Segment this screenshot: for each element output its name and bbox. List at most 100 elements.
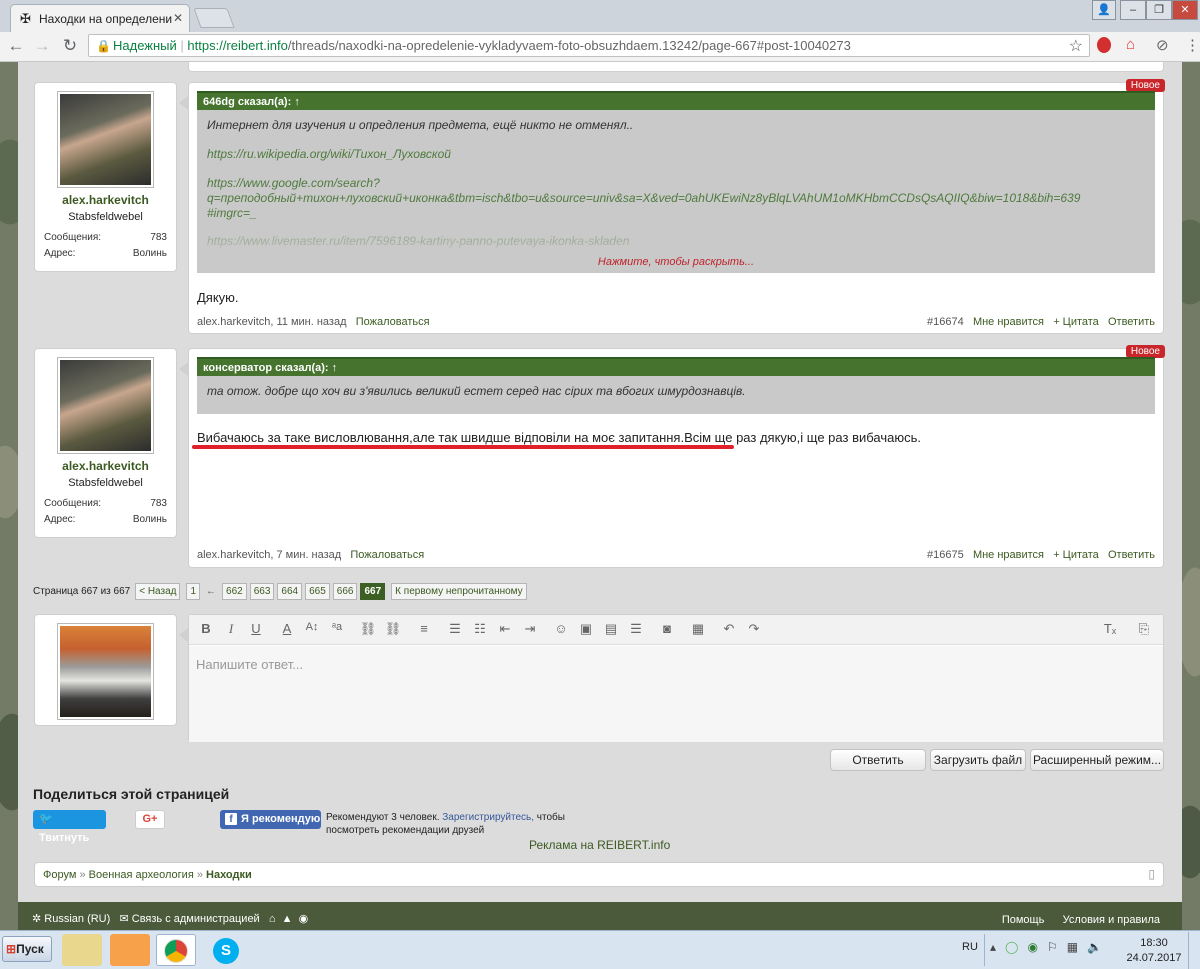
new-tab-button[interactable] — [193, 8, 235, 28]
top-arrow-icon[interactable]: ▲ — [282, 913, 293, 925]
advertising-link[interactable]: Реклама на REIBERT.info — [529, 838, 670, 852]
quote-link[interactable]: https://www.google.com/search? — [207, 176, 1145, 190]
quote-link[interactable]: q=преподобный+тихон+луховский+иконка&tbm… — [207, 191, 1145, 205]
post-number[interactable]: #16675 — [927, 549, 964, 561]
post-time[interactable]: , 7 мин. назад — [270, 549, 341, 561]
browser-tab[interactable]: ✠ Находки на определени ✕ — [10, 4, 190, 32]
volume-icon[interactable]: 🔈 — [1087, 940, 1102, 954]
breadcrumb-current[interactable]: Находки — [206, 869, 252, 881]
tray-app-icon[interactable]: ◯ — [1005, 940, 1018, 954]
minimize-button[interactable]: – — [1120, 0, 1146, 20]
page-link[interactable]: 665 — [305, 583, 330, 600]
extension-icon[interactable]: ⊘ — [1156, 36, 1169, 54]
font-size-icon[interactable]: A↕ — [301, 621, 323, 637]
bullet-list-icon[interactable]: ☰ — [444, 621, 466, 637]
post-author-link[interactable]: alex.harkevitch — [197, 316, 270, 328]
file-explorer-icon[interactable] — [62, 934, 102, 966]
post-time[interactable]: , 11 мин. назад — [270, 316, 346, 328]
quote-link[interactable]: + Цитата — [1053, 316, 1099, 328]
image-icon[interactable]: ▣ — [575, 621, 597, 637]
keyboard-language[interactable]: RU — [962, 941, 978, 953]
smiley-icon[interactable]: ☺ — [550, 621, 572, 637]
reply-link[interactable]: Ответить — [1108, 549, 1155, 561]
reply-textarea[interactable] — [189, 646, 1163, 742]
close-window-button[interactable]: ✕ — [1172, 0, 1198, 20]
report-link[interactable]: Пожаловаться — [356, 316, 430, 328]
expand-quote-link[interactable]: Нажмите, чтобы раскрыть... — [197, 256, 1155, 268]
home-icon[interactable]: ⌂ — [269, 913, 276, 925]
tray-clock[interactable]: 18:30 24.07.2017 — [1126, 936, 1182, 966]
avatar[interactable] — [57, 91, 154, 188]
quote-header[interactable]: 646dg сказал(а): ↑ — [197, 91, 1155, 111]
remove-format-icon[interactable]: Tₓ — [1099, 621, 1121, 636]
report-link[interactable]: Пожаловаться — [350, 549, 424, 561]
rss-icon[interactable]: ◉ — [299, 913, 309, 925]
page-link[interactable]: 666 — [332, 583, 358, 600]
reload-icon[interactable]: ↻ — [60, 36, 80, 56]
tweet-button[interactable]: 🐦 Твитнуть — [33, 810, 106, 844]
reply-button[interactable]: Ответить — [830, 749, 926, 771]
like-link[interactable]: Мне нравится — [973, 549, 1044, 561]
page-link[interactable]: 664 — [277, 583, 303, 600]
menu-icon[interactable]: ⋮ — [1185, 36, 1200, 54]
start-button[interactable]: ⊞Пуск — [2, 936, 52, 962]
page-link[interactable]: 1 — [186, 583, 201, 600]
post-number[interactable]: #16674 — [927, 316, 964, 328]
quote-link[interactable]: #imgrc=_ — [207, 206, 1145, 220]
back-icon[interactable]: ← — [6, 36, 26, 56]
outdent-icon[interactable]: ⇤ — [494, 621, 516, 637]
username-link[interactable]: alex.harkevitch — [35, 193, 176, 207]
fb-register-link[interactable]: Зарегистрируйтесь, — [442, 812, 534, 823]
language-chooser[interactable]: Russian (RU) — [44, 913, 110, 925]
breadcrumb-item[interactable]: Военная археология — [89, 869, 194, 881]
media-icon[interactable]: ▤ — [600, 621, 622, 637]
forward-icon[interactable]: → — [32, 36, 52, 56]
restore-button[interactable]: ❐ — [1146, 0, 1172, 20]
tray-expand-icon[interactable]: ▴ — [990, 940, 996, 954]
text-color-icon[interactable]: A — [276, 621, 298, 637]
skype-icon[interactable]: S — [206, 934, 246, 966]
prev-page-button[interactable]: < Назад — [135, 583, 181, 600]
tray-app-icon[interactable]: ◉ — [1027, 940, 1037, 954]
home-extension-icon[interactable]: ⌂ — [1126, 36, 1135, 53]
url-bar[interactable]: 🔒 Надежный | https://reibert.info/thread… — [88, 34, 1090, 57]
media-player-icon[interactable] — [110, 934, 150, 966]
bookmark-star-icon[interactable]: ☆ — [1069, 36, 1083, 56]
italic-icon[interactable]: I — [220, 621, 242, 637]
underline-icon[interactable]: U — [245, 621, 267, 637]
close-tab-icon[interactable]: ✕ — [173, 11, 183, 25]
reply-link[interactable]: Ответить — [1108, 316, 1155, 328]
chrome-icon[interactable] — [156, 934, 196, 966]
post-author-link[interactable]: alex.harkevitch — [197, 549, 270, 561]
align-icon[interactable]: ≡ — [413, 621, 435, 637]
quote-link[interactable]: + Цитата — [1053, 549, 1099, 561]
avatar[interactable] — [57, 357, 154, 454]
numbered-list-icon[interactable]: ☷ — [469, 621, 491, 637]
page-link[interactable]: 662 — [222, 583, 247, 600]
toggle-bbcode-icon[interactable]: ⎘ — [1133, 621, 1155, 637]
network-icon[interactable]: ▦ — [1067, 940, 1078, 954]
insert-icon[interactable]: ☰ — [625, 621, 647, 637]
opera-extension-icon[interactable] — [1097, 37, 1111, 53]
username-link[interactable]: alex.harkevitch — [35, 459, 176, 473]
help-link[interactable]: Помощь — [1002, 914, 1045, 926]
camera-icon[interactable]: ◙ — [656, 621, 678, 637]
quote-header[interactable]: консерватор сказал(а): ↑ — [197, 357, 1155, 377]
link-icon[interactable]: ⛓ — [357, 621, 379, 637]
breadcrumb-item[interactable]: Форум — [43, 869, 76, 881]
current-page[interactable]: 667 — [360, 583, 386, 600]
font-family-icon[interactable]: ᵃa — [326, 621, 348, 637]
page-link[interactable]: 663 — [249, 583, 275, 600]
profile-icon[interactable]: 👤 — [1092, 0, 1116, 20]
facebook-recommend-button[interactable]: f Я рекомендую — [220, 810, 321, 829]
google-plus-button[interactable]: G+ — [135, 810, 165, 829]
first-unread-button[interactable]: К первому непрочитанному — [391, 583, 527, 600]
like-link[interactable]: Мне нравится — [973, 316, 1044, 328]
avatar[interactable] — [57, 623, 154, 720]
unlink-icon[interactable]: ⛓ — [382, 621, 404, 637]
undo-icon[interactable]: ↶ — [718, 621, 740, 637]
terms-link[interactable]: Условия и правила — [1063, 914, 1160, 926]
save-draft-icon[interactable]: ▦ — [687, 621, 709, 637]
action-center-icon[interactable]: ⚐ — [1047, 940, 1058, 954]
advanced-mode-button[interactable]: Расширенный режим... — [1030, 749, 1164, 771]
